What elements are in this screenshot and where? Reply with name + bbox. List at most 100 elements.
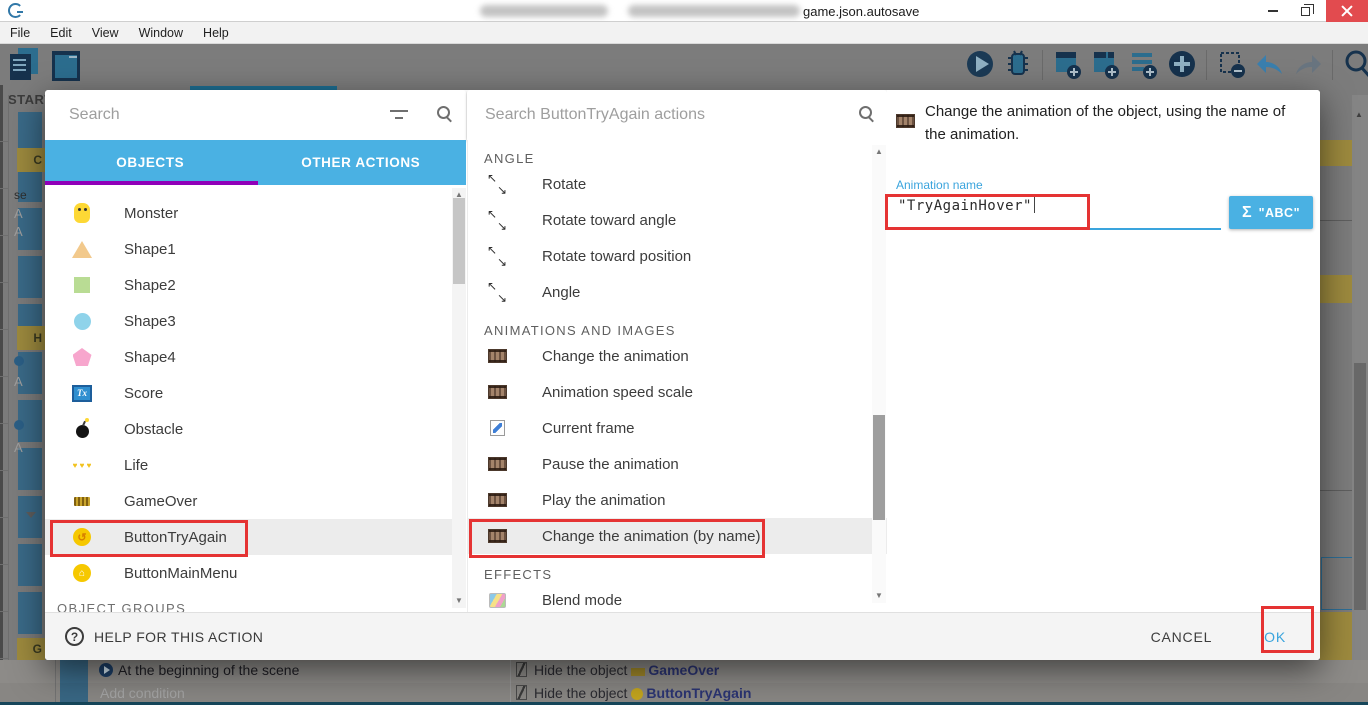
comment-block: G <box>17 638 45 660</box>
help-link[interactable]: HELP FOR THIS ACTION <box>94 629 263 645</box>
object-search-input[interactable] <box>69 102 349 128</box>
scene-start-icon <box>99 663 113 677</box>
menu-edit[interactable]: Edit <box>40 26 82 40</box>
hearts-icon <box>73 461 92 470</box>
action-item-rotate[interactable]: Rotate <box>468 166 887 202</box>
annotation-box-animation-name <box>885 194 1090 230</box>
scrollbar-thumb[interactable] <box>453 198 465 284</box>
action-item-blend-mode[interactable]: Blend mode <box>468 582 887 612</box>
window-title: game.json.autosave <box>803 4 919 19</box>
object-item-shape2[interactable]: Shape2 <box>45 267 466 303</box>
event-text-fragment: A <box>14 374 23 389</box>
object-item-life[interactable]: Life <box>45 447 466 483</box>
rotate-icon <box>489 176 505 192</box>
redo-icon[interactable] <box>1292 48 1323 81</box>
filmstrip-icon <box>896 114 915 128</box>
minimize-icon[interactable] <box>1258 0 1288 22</box>
restore-icon[interactable] <box>1290 0 1320 22</box>
help-icon[interactable] <box>65 627 84 646</box>
action-list-scrollbar[interactable]: ▲ ▼ <box>872 145 886 603</box>
action-text[interactable]: Hide the objectGameOver <box>534 662 719 678</box>
action-item-animation-speed-scale[interactable]: Animation speed scale <box>468 374 887 410</box>
event-divider <box>1320 220 1353 221</box>
text-object-icon <box>72 385 92 402</box>
selected-event-outline <box>1321 557 1353 610</box>
title-bar: game.json.autosave <box>0 0 1368 22</box>
add-condition-link[interactable]: Add condition <box>100 685 185 701</box>
square-icon <box>74 277 90 293</box>
event-sheet-scrollbar[interactable]: ▲ ▼ <box>1352 95 1368 705</box>
add-comment-icon[interactable] <box>1128 48 1159 81</box>
filter-icon[interactable] <box>390 109 408 121</box>
menu-window[interactable]: Window <box>129 26 193 40</box>
action-item-play-animation[interactable]: Play the animation <box>468 482 887 518</box>
play-icon[interactable] <box>964 48 995 81</box>
rotate-icon <box>489 248 505 264</box>
add-subevent-icon[interactable] <box>1090 48 1121 81</box>
cancel-button[interactable]: CANCEL <box>1147 621 1217 653</box>
event-divider <box>1320 490 1353 491</box>
object-dot-icon <box>14 356 24 366</box>
redacted-title-segment <box>628 5 800 17</box>
action-item-rotate-toward-position[interactable]: Rotate toward position <box>468 238 887 274</box>
debug-icon[interactable] <box>1002 48 1033 81</box>
object-groups-header: OBJECT GROUPS <box>45 591 466 612</box>
condition-text[interactable]: At the beginning of the scene <box>118 662 299 678</box>
tab-other-actions[interactable]: OTHER ACTIONS <box>256 140 467 185</box>
menu-help[interactable]: Help <box>193 26 239 40</box>
frame-icon <box>490 420 505 436</box>
object-item-gameover[interactable]: GameOver <box>45 483 466 519</box>
add-event-icon[interactable] <box>1052 48 1083 81</box>
filmstrip-icon <box>488 385 507 399</box>
action-description: Change the animation of the object, usin… <box>925 100 1297 147</box>
object-item-score[interactable]: Score <box>45 375 466 411</box>
object-item-obstacle[interactable]: Obstacle <box>45 411 466 447</box>
tab-objects[interactable]: OBJECTS <box>45 140 256 185</box>
action-object-name: GameOver <box>648 662 719 678</box>
scene-window-icon[interactable] <box>52 51 80 81</box>
scrollbar-thumb[interactable] <box>873 415 885 520</box>
action-item-angle[interactable]: Angle <box>468 274 887 310</box>
object-item-buttonmainmenu[interactable]: ButtonMainMenu <box>45 555 466 591</box>
undo-icon[interactable] <box>1254 48 1285 81</box>
toolbar <box>0 44 1368 85</box>
object-search-box <box>45 90 466 140</box>
action-text[interactable]: Hide the objectButtonTryAgain <box>534 685 751 701</box>
search-icon[interactable] <box>1342 48 1368 81</box>
rotate-icon <box>489 212 505 228</box>
expression-editor-button[interactable]: Σ "ABC" <box>1229 196 1313 229</box>
action-search-input[interactable] <box>485 102 815 128</box>
button-mini-icon <box>631 688 643 700</box>
add-new-icon[interactable] <box>1166 48 1197 81</box>
event-row[interactable]: At the beginning of the scene Hide the o… <box>0 660 1368 683</box>
action-editor-dialog: OBJECTS OTHER ACTIONS Monster Shape1 Sha… <box>45 90 1320 660</box>
home-button-icon <box>73 564 91 582</box>
close-icon[interactable] <box>1326 0 1368 22</box>
menu-view[interactable]: View <box>82 26 129 40</box>
event-ruler <box>0 95 9 660</box>
project-manager-icon[interactable] <box>10 48 40 81</box>
remove-event-icon[interactable] <box>1216 48 1247 81</box>
event-text-fragment: se <box>14 188 27 202</box>
object-item-shape1[interactable]: Shape1 <box>45 231 466 267</box>
pentagon-icon <box>73 348 92 366</box>
action-item-rotate-toward-angle[interactable]: Rotate toward angle <box>468 202 887 238</box>
event-text-fragment: A <box>14 440 23 455</box>
comment-block: H <box>17 326 45 350</box>
annotation-box-ok <box>1261 606 1314 653</box>
scrollbar-thumb[interactable] <box>1354 363 1366 610</box>
object-item-shape3[interactable]: Shape3 <box>45 303 466 339</box>
annotation-box-selected-action <box>469 519 765 558</box>
action-item-change-animation[interactable]: Change the animation <box>468 338 887 374</box>
sigma-icon: Σ <box>1242 204 1252 222</box>
filmstrip-icon <box>488 349 507 363</box>
object-item-shape4[interactable]: Shape4 <box>45 339 466 375</box>
search-icon[interactable] <box>859 106 875 122</box>
action-item-pause-animation[interactable]: Pause the animation <box>468 446 887 482</box>
comment-block <box>1320 612 1353 660</box>
search-icon[interactable] <box>437 106 453 122</box>
object-item-monster[interactable]: Monster <box>45 195 466 231</box>
object-list-scrollbar[interactable]: ▲ ▼ <box>452 188 466 608</box>
action-item-current-frame[interactable]: Current frame <box>468 410 887 446</box>
menu-file[interactable]: File <box>0 26 40 40</box>
